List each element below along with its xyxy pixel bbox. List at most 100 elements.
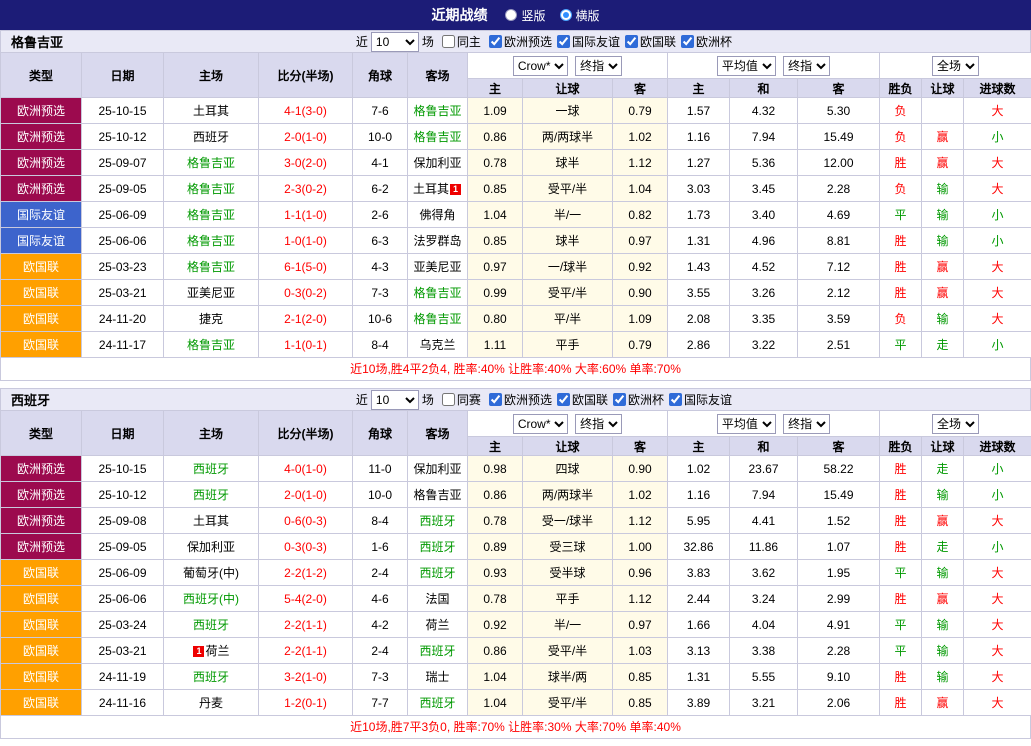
date-cell: 25-09-07 xyxy=(82,150,164,176)
layout-radio-horizontal[interactable]: 横版 xyxy=(560,7,600,24)
competition-checkbox[interactable] xyxy=(489,393,502,406)
goals-result-cell: 小 xyxy=(964,534,1031,560)
team-label: 西班牙(中) xyxy=(183,592,239,606)
competition-checkbox[interactable] xyxy=(557,35,570,48)
competition-filter[interactable]: 欧洲预选 xyxy=(489,33,552,50)
scope-controls: 全场 xyxy=(880,53,1031,79)
euro-home-odds-cell: 1.43 xyxy=(668,254,730,280)
ah-home-odds-cell: 0.86 xyxy=(468,638,523,664)
layout-radio-vertical[interactable]: 竖版 xyxy=(505,7,545,24)
competition-filter[interactable]: 欧洲预选 xyxy=(489,391,552,408)
same-checkbox[interactable] xyxy=(442,35,455,48)
corner-cell: 8-4 xyxy=(353,332,408,358)
same-label: 同主 xyxy=(457,33,481,50)
team-label: 格鲁吉亚 xyxy=(187,338,235,352)
competition-checkbox[interactable] xyxy=(681,35,694,48)
col-header-goals: 进球数 xyxy=(964,79,1031,98)
radio-icon[interactable] xyxy=(505,9,517,21)
handicap-result-cell: 走 xyxy=(922,332,964,358)
competition-filter[interactable]: 欧洲杯 xyxy=(681,33,732,50)
match-row: 欧洲预选25-10-12西班牙2-0(1-0)10-0格鲁吉亚0.86两/两球半… xyxy=(1,124,1031,150)
euro-odds-controls: 平均值 终指 xyxy=(668,411,880,437)
competition-filters: 欧洲预选欧国联欧洲杯 国际友谊 xyxy=(484,391,732,409)
competition-filter[interactable]: 欧国联 xyxy=(557,391,608,408)
ah-away-odds-cell: 1.00 xyxy=(613,534,668,560)
match-row: 欧国联25-06-09葡萄牙(中)2-2(1-2)2-4西班牙0.93受半球0.… xyxy=(1,560,1031,586)
team-section-spain: 西班牙 近 10 场 同赛 欧洲预选欧国联欧洲杯国际友谊 类型 日期 主场 比分… xyxy=(0,388,1031,739)
ah-home-odds-cell: 0.97 xyxy=(468,254,523,280)
col-header-home: 主场 xyxy=(164,53,259,98)
team-section-georgia: 格鲁吉亚 近 10 场 同主 欧洲预选国际友谊欧国联欧洲杯 类型 日期 主场 比… xyxy=(0,30,1031,381)
competition-checkbox[interactable] xyxy=(489,35,502,48)
euro-away-odds-cell: 2.12 xyxy=(798,280,880,306)
euro-away-odds-cell: 15.49 xyxy=(798,482,880,508)
score-cell: 0-6(0-3) xyxy=(259,508,353,534)
goals-result-cell: 大 xyxy=(964,176,1031,202)
odds-company-select[interactable]: Crow* xyxy=(513,414,568,434)
competition-checkbox[interactable] xyxy=(613,393,626,406)
competition-checkbox[interactable] xyxy=(557,393,570,406)
goals-result-cell: 大 xyxy=(964,280,1031,306)
competition-filter[interactable]: 欧洲杯 xyxy=(613,391,664,408)
same-filter[interactable]: 同赛 xyxy=(442,391,481,408)
competition-label: 国际友谊 xyxy=(684,391,732,408)
competition-filter[interactable]: 欧国联 xyxy=(625,33,676,50)
result-cell: 胜 xyxy=(880,150,922,176)
competition-label: 欧洲预选 xyxy=(504,33,552,50)
corner-cell: 7-6 xyxy=(353,98,408,124)
corner-cell: 2-4 xyxy=(353,560,408,586)
ah-home-odds-cell: 0.85 xyxy=(468,228,523,254)
euro-company-select[interactable]: 平均值 xyxy=(717,414,776,434)
scope-select[interactable]: 全场 xyxy=(932,56,979,76)
ah-away-odds-cell: 1.02 xyxy=(613,124,668,150)
ah-away-odds-cell: 0.90 xyxy=(613,280,668,306)
corner-cell: 2-4 xyxy=(353,638,408,664)
col-header-corner: 角球 xyxy=(353,53,408,98)
ah-away-odds-cell: 0.96 xyxy=(613,560,668,586)
team-label: 亚美尼亚 xyxy=(413,260,461,274)
away-team-cell: 土耳其1 xyxy=(408,176,468,202)
competition-filter[interactable]: 国际友谊 xyxy=(669,391,732,408)
handicap-result-cell: 输 xyxy=(922,202,964,228)
competition-cell: 欧国联 xyxy=(1,332,82,358)
corner-cell: 8-4 xyxy=(353,508,408,534)
result-cell: 负 xyxy=(880,176,922,202)
euro-stage-select[interactable]: 终指 xyxy=(783,414,830,434)
corner-cell: 10-0 xyxy=(353,482,408,508)
date-cell: 25-06-06 xyxy=(82,228,164,254)
score-cell: 2-2(1-1) xyxy=(259,612,353,638)
away-team-cell: 保加利亚 xyxy=(408,456,468,482)
ah-line-cell: 受三球 xyxy=(523,534,613,560)
same-checkbox[interactable] xyxy=(442,393,455,406)
team-label: 乌克兰 xyxy=(419,338,455,352)
scope-select[interactable]: 全场 xyxy=(932,414,979,434)
ah-line-cell: 两/两球半 xyxy=(523,124,613,150)
radio-icon[interactable] xyxy=(560,9,572,21)
euro-draw-odds-cell: 5.55 xyxy=(730,664,798,690)
competition-checkbox[interactable] xyxy=(625,35,638,48)
home-team-cell: 捷克 xyxy=(164,306,259,332)
euro-stage-select[interactable]: 终指 xyxy=(783,56,830,76)
ah-line-cell: 平手 xyxy=(523,586,613,612)
corner-cell: 11-0 xyxy=(353,456,408,482)
results-body: 欧洲预选25-10-15土耳其4-1(3-0)7-6格鲁吉亚1.09一球0.79… xyxy=(1,98,1031,358)
ah-line-cell: 球半/两 xyxy=(523,664,613,690)
competition-checkbox[interactable] xyxy=(669,393,682,406)
recent-count-select[interactable]: 10 xyxy=(371,32,419,52)
euro-company-select[interactable]: 平均值 xyxy=(717,56,776,76)
ah-line-cell: 半/一 xyxy=(523,612,613,638)
recent-count-select[interactable]: 10 xyxy=(371,390,419,410)
odds-stage-select[interactable]: 终指 xyxy=(575,414,622,434)
same-filter[interactable]: 同主 xyxy=(442,33,481,50)
competition-filter[interactable]: 国际友谊 xyxy=(557,33,620,50)
col-header-eu-home: 主 xyxy=(668,437,730,456)
filter-bar: 近 10 场 同主 欧洲预选国际友谊欧国联欧洲杯 xyxy=(356,32,732,52)
date-cell: 25-03-21 xyxy=(82,280,164,306)
odds-company-select[interactable]: Crow* xyxy=(513,56,568,76)
corner-cell: 4-2 xyxy=(353,612,408,638)
date-cell: 25-06-09 xyxy=(82,560,164,586)
competition-cell: 欧国联 xyxy=(1,612,82,638)
odds-stage-select[interactable]: 终指 xyxy=(575,56,622,76)
col-header-ah-line: 让球 xyxy=(523,437,613,456)
competition-filters: 欧洲预选国际友谊欧国联欧洲杯 xyxy=(484,33,732,51)
